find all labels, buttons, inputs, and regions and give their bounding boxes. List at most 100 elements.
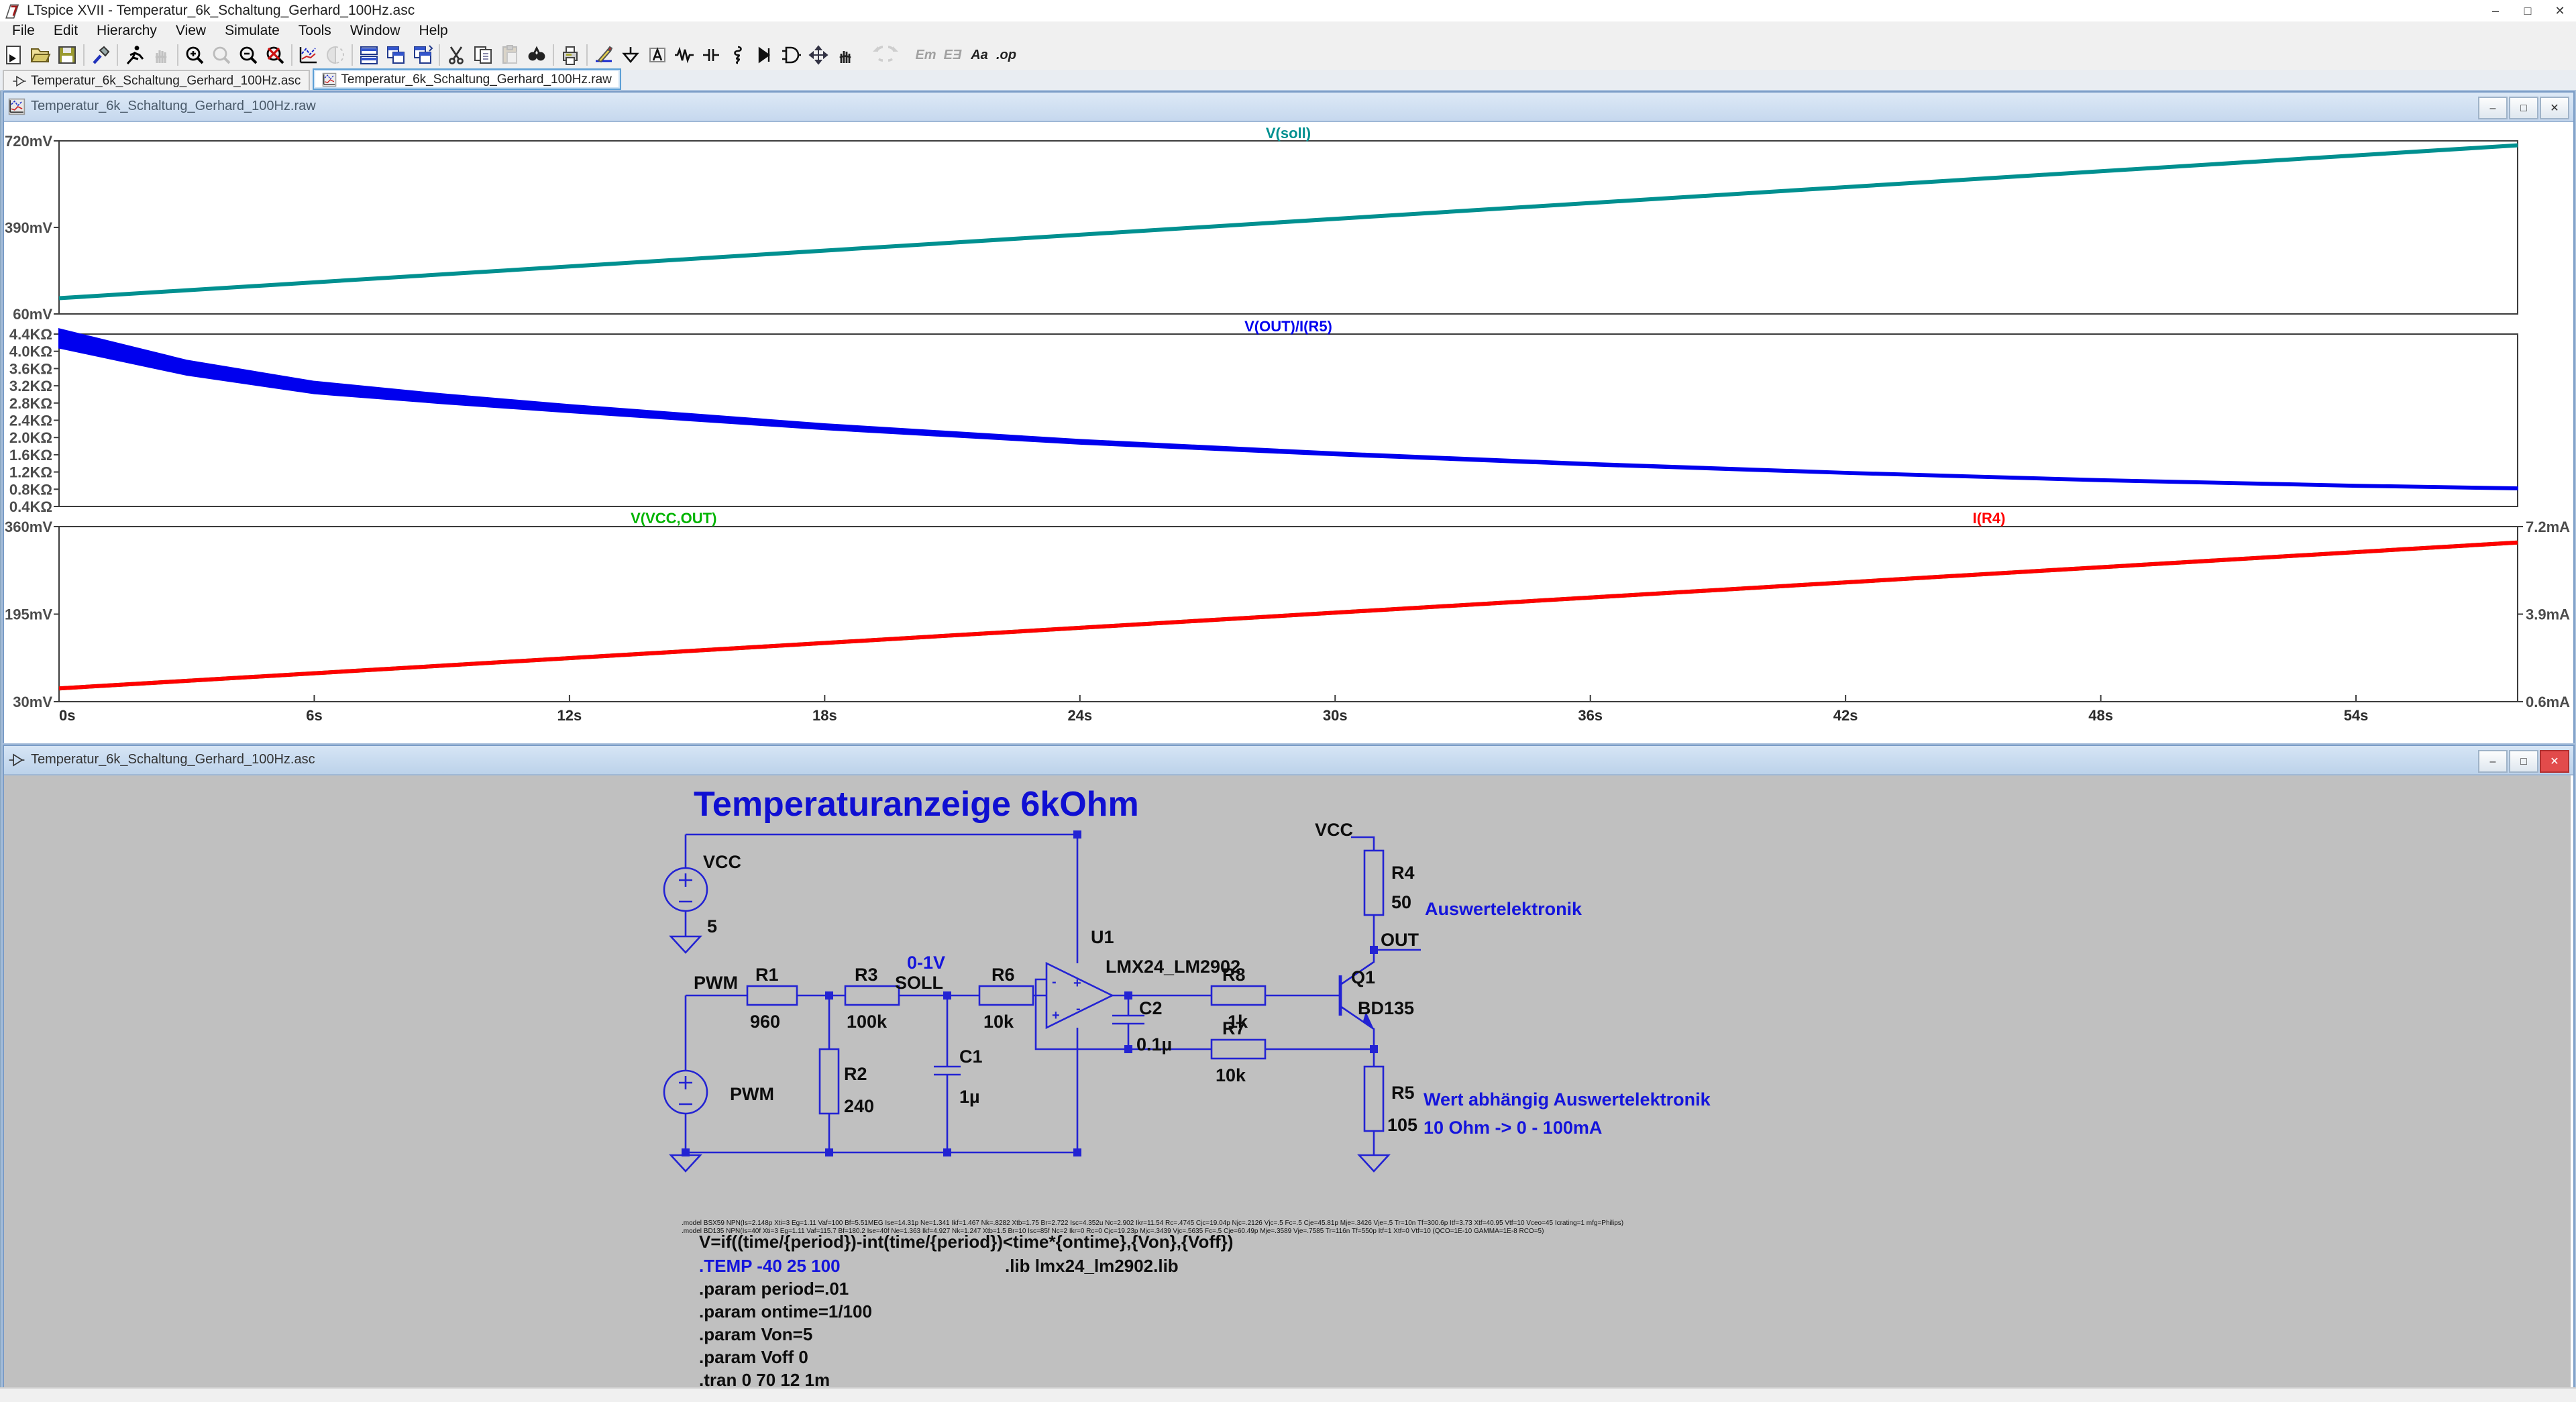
waveform-close-button[interactable]: ✕ <box>2540 97 2569 119</box>
r1-resistor[interactable] <box>747 986 797 1005</box>
r5-name[interactable]: R5 <box>1391 1083 1415 1103</box>
menu-item-hierarchy[interactable]: Hierarchy <box>87 21 166 40</box>
vcc-r4-label[interactable]: VCC <box>1315 820 1353 840</box>
app-minimize-button[interactable]: – <box>2479 0 2512 21</box>
menu-item-tools[interactable]: Tools <box>289 21 341 40</box>
comment-wert[interactable]: Wert abhängig Auswertelektronik <box>1424 1089 1711 1110</box>
r7-value[interactable]: 10k <box>1216 1065 1246 1085</box>
app-close-button[interactable]: ✕ <box>2544 0 2576 21</box>
copy-button[interactable] <box>470 42 496 68</box>
comment-0-1v[interactable]: 0-1V <box>907 953 945 973</box>
r8-resistor[interactable] <box>1212 986 1265 1005</box>
drag-button[interactable] <box>832 42 859 68</box>
menu-item-file[interactable]: File <box>3 21 44 40</box>
schematic-canvas[interactable]: Temperaturanzeige 6kOhm VCC 5 PWM PWM R1 960 R2… <box>4 775 2571 1389</box>
print-button[interactable] <box>557 42 584 68</box>
menu-item-simulate[interactable]: Simulate <box>215 21 289 40</box>
menu-item-edit[interactable]: Edit <box>44 21 87 40</box>
r4-resistor[interactable] <box>1364 851 1383 915</box>
r2-name[interactable]: R2 <box>844 1064 867 1084</box>
directive-behavioral[interactable]: V=if((time/{period})-int(time/{period})<… <box>699 1232 1233 1252</box>
u1-name[interactable]: U1 <box>1091 927 1114 947</box>
c1-capacitor[interactable] <box>934 1067 961 1075</box>
vcc-source-value[interactable]: 5 <box>707 916 717 936</box>
opamp-sup-plus[interactable]: + <box>1073 976 1081 991</box>
place-resistor-button[interactable] <box>671 42 698 68</box>
place-label-button[interactable] <box>644 42 671 68</box>
ground-symbol-rail[interactable] <box>671 1155 700 1171</box>
schematic-window-title-bar[interactable]: Temperatur_6k_Schaltung_Gerhard_100Hz.as… <box>4 746 2573 775</box>
spice-directive-button[interactable]: .op <box>993 42 1020 68</box>
redo-button[interactable] <box>885 42 912 68</box>
place-capacitor-button[interactable] <box>698 42 724 68</box>
schematic-maximize-button[interactable]: □ <box>2509 750 2538 773</box>
trace-label-vvcc-out[interactable]: V(VCC,OUT) <box>631 510 716 527</box>
directive-lib[interactable]: .lib lmx24_lm2902.lib <box>1005 1256 1179 1276</box>
schematic-title[interactable]: Temperaturanzeige 6kOhm <box>694 785 1139 824</box>
zoom-out-button[interactable] <box>235 42 262 68</box>
directive-param-von[interactable]: .param Von=5 <box>699 1324 812 1344</box>
q1-name[interactable]: Q1 <box>1351 967 1375 987</box>
r8-name[interactable]: R8 <box>1222 965 1246 985</box>
move-button[interactable] <box>805 42 832 68</box>
r7-resistor[interactable] <box>1212 1040 1265 1059</box>
cut-button[interactable] <box>443 42 470 68</box>
schematic-minimize-button[interactable]: – <box>2478 750 2508 773</box>
r4-name[interactable]: R4 <box>1391 863 1415 883</box>
soll-net-label[interactable]: SOLL <box>895 973 943 993</box>
trace-label-vout-ir5[interactable]: V(OUT)/I(R5) <box>1244 318 1332 335</box>
u1-model[interactable]: LMX24_LM2902 <box>1106 957 1240 977</box>
tab-raw[interactable]: Temperatur_6k_Schaltung_Gerhard_100Hz.ra… <box>313 68 621 90</box>
cascade-windows-button[interactable] <box>409 42 436 68</box>
comment-10ohm[interactable]: 10 Ohm -> 0 - 100mA <box>1424 1118 1602 1138</box>
r6-resistor[interactable] <box>979 986 1033 1005</box>
c2-name[interactable]: C2 <box>1139 998 1163 1018</box>
place-diode-button[interactable] <box>751 42 778 68</box>
opamp-in-plus[interactable]: + <box>1052 1008 1060 1023</box>
spice-error-log-button[interactable] <box>322 42 349 68</box>
run-button[interactable] <box>121 42 148 68</box>
r6-name[interactable]: R6 <box>991 965 1015 985</box>
pwm-net-label[interactable]: PWM <box>694 973 738 993</box>
tile-horizontal-button[interactable] <box>356 42 382 68</box>
menu-item-view[interactable]: View <box>166 21 215 40</box>
zoom-area-button[interactable] <box>208 42 235 68</box>
r1-name[interactable]: R1 <box>755 965 779 985</box>
pwm-source-label[interactable]: PWM <box>730 1084 774 1104</box>
tab-asc[interactable]: Temperatur_6k_Schaltung_Gerhard_100Hz.as… <box>3 70 310 90</box>
undo-button[interactable] <box>859 42 885 68</box>
new-schematic-button[interactable] <box>0 42 27 68</box>
autorange-y-button[interactable] <box>295 42 322 68</box>
zoom-full-button[interactable] <box>262 42 288 68</box>
vcc-source-label[interactable]: VCC <box>703 852 741 872</box>
mirror-button[interactable]: Em <box>912 42 939 68</box>
opamp-in-minus[interactable]: - <box>1052 975 1057 989</box>
directive-temp[interactable]: .TEMP -40 25 100 <box>699 1256 841 1276</box>
opamp-sup-minus[interactable]: - <box>1076 1002 1081 1016</box>
r4-value[interactable]: 50 <box>1391 892 1411 912</box>
waveform-maximize-button[interactable]: □ <box>2509 97 2538 119</box>
place-ground-button[interactable] <box>617 42 644 68</box>
waveform-window-title-bar[interactable]: Temperatur_6k_Schaltung_Gerhard_100Hz.ra… <box>4 93 2573 122</box>
menu-item-window[interactable]: Window <box>341 21 410 40</box>
open-file-button[interactable] <box>27 42 54 68</box>
waveform-plot[interactable]: 720mV390mV60mV4.4KΩ4.0KΩ3.6KΩ3.2KΩ2.8KΩ2… <box>4 122 2571 743</box>
find-button[interactable] <box>523 42 550 68</box>
r6-value[interactable]: 10k <box>983 1012 1014 1032</box>
control-panel-button[interactable] <box>87 42 114 68</box>
r7-name[interactable]: R7 <box>1222 1018 1246 1038</box>
app-maximize-button[interactable]: □ <box>2512 0 2544 21</box>
draw-wire-button[interactable] <box>590 42 617 68</box>
trace-label-ir4[interactable]: I(R4) <box>1973 510 2006 527</box>
place-text-button[interactable]: Aa <box>966 42 993 68</box>
out-net-label[interactable]: OUT <box>1381 930 1419 950</box>
zoom-in-button[interactable] <box>181 42 208 68</box>
r1-value[interactable]: 960 <box>750 1012 780 1032</box>
schematic-close-button[interactable]: ✕ <box>2540 750 2569 773</box>
menu-item-help[interactable]: Help <box>410 21 458 40</box>
directive-tran[interactable]: .tran 0 70 12 1m <box>699 1370 830 1389</box>
r3-name[interactable]: R3 <box>855 965 878 985</box>
r2-value[interactable]: 240 <box>844 1096 874 1116</box>
r5-value[interactable]: 105 <box>1387 1115 1417 1135</box>
r3-resistor[interactable] <box>845 986 899 1005</box>
